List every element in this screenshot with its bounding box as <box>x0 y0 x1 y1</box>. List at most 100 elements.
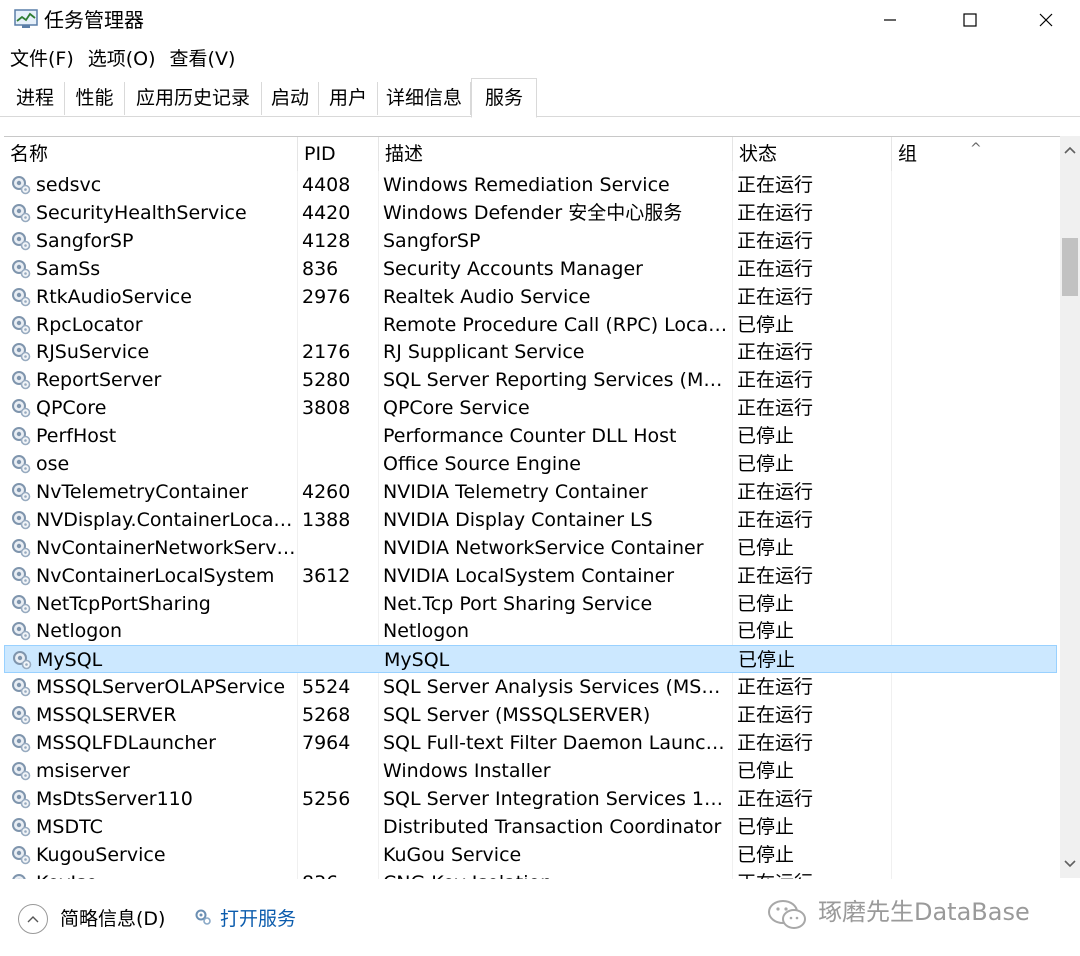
tab-users[interactable]: 用户 <box>319 82 378 115</box>
service-description: NVIDIA Telemetry Container <box>383 480 648 503</box>
service-name: SamSs <box>36 257 101 280</box>
service-gear-icon <box>10 258 32 280</box>
table-row[interactable]: MsDtsServer110 5256 SQL Server Integration… <box>4 785 1057 813</box>
table-row[interactable]: MySQL MySQL 已停止 <box>4 645 1057 674</box>
column-description[interactable]: 描述 <box>379 137 733 171</box>
table-row[interactable]: SamSs 836 Security Accounts Manager 正在运行 <box>4 255 1057 283</box>
service-description: SQL Server Analysis Services (MSSQ... <box>383 676 731 699</box>
service-pid: 5268 <box>302 704 351 727</box>
table-row[interactable]: Netlogon Netlogon 已停止 <box>4 617 1057 645</box>
service-name: NvContainerNetworkServi... <box>36 536 296 559</box>
table-row[interactable]: MSSQLServerOLAPService 5524 SQL Server Ana… <box>4 673 1057 701</box>
column-pid[interactable]: PID <box>298 137 379 171</box>
service-description: Office Source Engine <box>383 453 581 475</box>
table-row[interactable]: RJSuService 2176 RJ Supplicant Service 正在运行 <box>4 338 1057 366</box>
service-description: MySQL <box>384 649 450 672</box>
scroll-thumb[interactable] <box>1062 238 1078 296</box>
service-status: 已停止 <box>737 815 795 838</box>
tab-performance[interactable]: 性能 <box>65 82 125 115</box>
service-description: Windows Remediation Service <box>383 174 670 196</box>
table-row[interactable]: NvContainerNetworkServi... NVIDIA Network… <box>4 534 1057 562</box>
service-status: 正在运行 <box>737 341 814 364</box>
service-description: Windows Installer <box>383 759 551 782</box>
service-pid: 7964 <box>302 732 351 754</box>
service-pid: 1388 <box>302 508 351 531</box>
column-name[interactable]: 名称 <box>4 137 298 171</box>
service-status: 已停止 <box>737 425 795 448</box>
tab-details[interactable]: 详细信息 <box>378 82 471 115</box>
service-gear-icon <box>10 453 32 475</box>
task-manager-window: 任务管理器 文件(F) 选项(O) 查看(V) 进程 性能 应用历史记录 启动 … <box>0 0 1080 956</box>
service-pid <box>302 617 372 645</box>
fewer-details-label[interactable]: 简略信息(D) <box>60 905 165 933</box>
table-row[interactable]: NVDisplay.ContainerLocal... 1388 NVIDIA Di… <box>4 506 1057 534</box>
service-description: Security Accounts Manager <box>383 257 643 280</box>
service-name: NvTelemetryContainer <box>36 480 249 503</box>
fewer-details-button[interactable] <box>18 904 48 934</box>
service-pid <box>302 311 372 339</box>
services-list[interactable]: 名称 PID 描述 状态 组 ^ sedsvc 4408 Windows Remed… <box>4 136 1060 880</box>
column-status[interactable]: 状态 <box>733 137 892 171</box>
service-description: QPCore Service <box>383 397 530 420</box>
table-row[interactable]: NvTelemetryContainer 4260 NVIDIA Telemetry… <box>4 478 1057 506</box>
table-row[interactable]: msiserver Windows Installer 已停止 <box>4 757 1057 785</box>
table-row[interactable]: RtkAudioService 2976 Realtek Audio Service… <box>4 283 1057 311</box>
service-gear-icon <box>10 202 32 224</box>
service-pid: 5280 <box>302 369 351 392</box>
table-row[interactable]: KugouService KuGou Service 已停止 <box>4 841 1057 869</box>
service-gear-icon <box>10 397 32 419</box>
minimize-button[interactable] <box>852 0 928 40</box>
service-pid <box>302 534 372 562</box>
close-button[interactable] <box>1008 0 1080 40</box>
tab-app-history[interactable]: 应用历史记录 <box>125 82 262 115</box>
service-name: NVDisplay.ContainerLocal... <box>36 508 296 531</box>
table-row[interactable]: ReportServer 5280 SQL Server Reporting Ser… <box>4 366 1057 394</box>
service-pid <box>302 422 372 450</box>
vertical-scrollbar[interactable] <box>1060 136 1080 878</box>
service-name: KugouService <box>36 843 166 866</box>
service-pid: 5256 <box>302 787 351 810</box>
menu-view[interactable]: 查看(V) <box>160 44 240 74</box>
service-name: MSSQLFDLauncher <box>36 732 216 754</box>
title-bar[interactable]: 任务管理器 <box>0 0 1080 40</box>
tab-startup[interactable]: 启动 <box>262 82 319 115</box>
service-name: MsDtsServer110 <box>36 787 193 810</box>
open-services-link[interactable]: 打开服务 <box>220 905 296 933</box>
service-status: 正在运行 <box>737 704 814 727</box>
tab-processes[interactable]: 进程 <box>6 82 65 115</box>
table-row[interactable]: QPCore 3808 QPCore Service 正在运行 <box>4 394 1057 422</box>
table-row[interactable]: sedsvc 4408 Windows Remediation Service 正在运… <box>4 171 1057 199</box>
service-pid <box>302 813 372 841</box>
table-row[interactable]: SecurityHealthService 4420 Windows Defende… <box>4 199 1057 227</box>
menu-file[interactable]: 文件(F) <box>0 44 78 74</box>
service-name: ReportServer <box>36 369 162 392</box>
service-gear-icon <box>10 816 32 838</box>
scroll-down-button[interactable] <box>1060 850 1080 878</box>
service-name: RtkAudioService <box>36 285 192 308</box>
menu-options[interactable]: 选项(O) <box>78 44 160 74</box>
table-row[interactable]: MSDTC Distributed Transaction Coordinator… <box>4 813 1057 841</box>
service-status: 正在运行 <box>737 732 814 754</box>
table-row[interactable]: SangforSP 4128 SangforSP 正在运行 <box>4 227 1057 255</box>
table-row[interactable]: NetTcpPortSharing Net.Tcp Port Sharing Se… <box>4 590 1057 618</box>
table-row[interactable]: ose Office Source Engine 已停止 <box>4 450 1057 478</box>
service-gear-icon <box>10 704 32 726</box>
close-icon <box>1039 13 1053 27</box>
tab-services[interactable]: 服务 <box>471 78 537 118</box>
maximize-button[interactable] <box>932 0 1008 40</box>
service-gear-icon <box>10 676 32 698</box>
service-gear-icon <box>10 314 32 336</box>
service-gear-icon <box>10 425 32 447</box>
service-description: KuGou Service <box>383 843 522 866</box>
service-gear-icon <box>10 788 32 810</box>
table-row[interactable]: MSSQLFDLauncher 7964 SQL Full-text Filter … <box>4 729 1057 757</box>
service-description: Distributed Transaction Coordinator <box>383 815 722 838</box>
service-status: 正在运行 <box>737 480 814 503</box>
table-row[interactable]: PerfHost Performance Counter DLL Host 已停止 <box>4 422 1057 450</box>
table-row[interactable]: RpcLocator Remote Procedure Call (RPC) Lo… <box>4 311 1057 339</box>
table-row[interactable]: MSSQLSERVER 5268 SQL Server (MSSQLSERVER) 正… <box>4 701 1057 729</box>
service-name: MSSQLSERVER <box>36 704 177 727</box>
service-gear-icon <box>10 760 32 782</box>
scroll-up-button[interactable] <box>1060 136 1080 164</box>
table-row[interactable]: NvContainerLocalSystem 3612 NVIDIA LocalSy… <box>4 562 1057 590</box>
